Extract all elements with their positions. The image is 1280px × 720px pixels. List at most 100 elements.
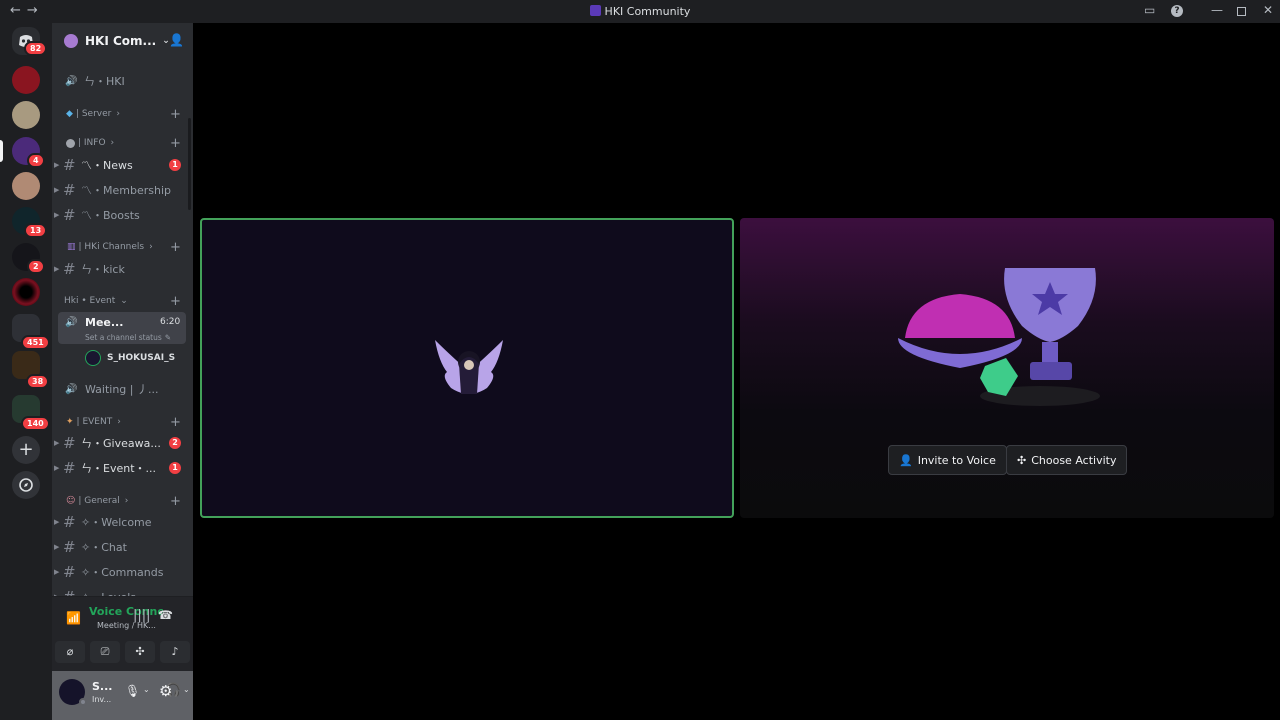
explore-servers-button[interactable]	[12, 471, 40, 499]
chevron-right-icon: ›	[149, 242, 153, 252]
window-title: HKI Community	[0, 5, 1280, 18]
camera-off-button[interactable]: ⌀	[55, 641, 85, 663]
server-list: 82 4 13 2 451 38 140 +	[0, 23, 52, 720]
channel-welcome[interactable]: ▶ # ✧・Welcome	[52, 513, 193, 531]
chevron-right-icon: ›	[117, 417, 121, 427]
channel-membership[interactable]: ▶ # 〽・Membership	[52, 181, 193, 199]
create-channel-button[interactable]: +	[170, 136, 181, 151]
guild-badge: 4	[27, 153, 45, 168]
add-user-icon: 👤	[899, 453, 913, 467]
party-icon: ✦	[66, 417, 74, 427]
trophy-shell-illustration-icon	[898, 268, 1100, 406]
close-button[interactable]: ✕	[1263, 3, 1273, 17]
channel-hki-voice[interactable]: 🔊 ㄣ・HKI	[52, 73, 193, 89]
guild-badge: 451	[21, 335, 50, 350]
sidebar-scrollbar[interactable]	[188, 118, 191, 210]
thread-arrow-icon: ▶	[54, 568, 60, 576]
channel-waiting[interactable]: 🔊 Waiting | 丿...	[52, 381, 193, 397]
guild-icon[interactable]	[12, 172, 40, 200]
create-channel-button[interactable]: +	[170, 107, 181, 122]
hash-icon: #	[63, 459, 76, 477]
guild-icon[interactable]	[12, 101, 40, 129]
angel-avatar-icon	[435, 340, 503, 394]
pencil-icon: ✎	[164, 332, 172, 342]
channel-chat[interactable]: ▶ # ✧・Chat	[52, 538, 193, 556]
create-channel-button[interactable]: +	[170, 415, 181, 430]
active-guild-indicator	[0, 140, 3, 162]
create-channel-button[interactable]: +	[170, 294, 181, 309]
server-header[interactable]: HKI Com... ⌄ 👤	[52, 23, 193, 58]
guild-icon[interactable]	[12, 278, 40, 306]
thread-arrow-icon: ▶	[54, 161, 60, 169]
thread-arrow-icon: ▶	[54, 543, 60, 551]
help-icon[interactable]: ?	[1171, 5, 1183, 17]
speaker-icon: 🔊	[65, 383, 78, 395]
speaker-icon: 🔊	[65, 316, 78, 328]
globe-icon	[66, 138, 75, 148]
signal-icon[interactable]: 📶	[66, 611, 81, 625]
category-info[interactable]: | INFO › +	[52, 136, 193, 151]
guild-badge: 13	[24, 223, 48, 238]
hash-icon: #	[63, 434, 76, 452]
microphone-icon[interactable]: 🎙	[125, 684, 140, 698]
noise-suppression-icon[interactable]: ||||	[133, 608, 151, 623]
unread-badge: 2	[169, 437, 181, 449]
status-indicator	[79, 698, 87, 706]
hash-icon: #	[63, 156, 76, 174]
voice-connection-panel: 📶 Voice Connecte Meeting / HK... |||| ☎ …	[52, 596, 193, 671]
disconnect-icon[interactable]: ☎	[158, 608, 173, 622]
thread-arrow-icon: ▶	[54, 186, 60, 194]
guild-icon[interactable]	[12, 66, 40, 94]
username[interactable]: S...	[92, 680, 112, 693]
create-channel-button[interactable]: +	[170, 240, 181, 255]
guild-badge: 38	[26, 374, 50, 389]
inbox-icon[interactable]: ▭	[1144, 3, 1155, 17]
choose-activity-button[interactable]: ✣ Choose Activity	[1006, 445, 1128, 475]
voice-member[interactable]: S_HOKUSAI_S	[52, 350, 193, 366]
channel-sidebar: HKI Com... ⌄ 👤 🔊 ㄣ・HKI ◆ | Server › + | …	[52, 23, 193, 720]
thread-arrow-icon: ▶	[54, 464, 60, 472]
channel-boosts[interactable]: ▶ # 〽・Boosts	[52, 206, 193, 224]
channel-news[interactable]: ▶ # 〽・News 1	[52, 156, 193, 174]
channel-commands[interactable]: ▶ # ✧・Commands	[52, 563, 193, 581]
category-hki-channels[interactable]: ▥ | HKi Channels › +	[52, 240, 193, 255]
title-bar: ←→ HKI Community ▭ ? — ✕	[0, 0, 1280, 23]
channel-status-row[interactable]: Set a channel status ✎	[52, 332, 193, 342]
server-logo-icon	[589, 5, 601, 16]
settings-gear-icon[interactable]: ⚙	[159, 682, 172, 700]
hash-icon: #	[63, 563, 76, 581]
guild-badge: 2	[27, 259, 45, 274]
hash-icon: #	[63, 260, 76, 278]
guild-badge: 82	[24, 41, 48, 56]
category-event[interactable]: ✦ | EVENT › +	[52, 415, 193, 430]
category-general[interactable]: ☺ | General › +	[52, 494, 193, 509]
create-channel-button[interactable]: +	[170, 494, 181, 509]
channel-meeting[interactable]: 🔊 Mee... 6:20	[52, 315, 193, 329]
soundboard-button[interactable]: ♪	[160, 641, 190, 663]
channel-event[interactable]: ▶ # ㄣ・Event・... 1	[52, 459, 193, 477]
minimize-button[interactable]: —	[1211, 3, 1223, 17]
add-server-button[interactable]: +	[12, 436, 40, 464]
hash-icon: #	[63, 181, 76, 199]
people-icon: ☺	[66, 496, 76, 506]
maximize-button[interactable]	[1237, 7, 1246, 16]
user-video-tile[interactable]	[200, 218, 734, 518]
activity-grid-icon: ✣	[1017, 453, 1027, 467]
hash-icon: #	[63, 513, 76, 531]
channel-kick[interactable]: ▶ # ㄣ・kick	[52, 260, 193, 278]
chevron-right-icon: ›	[110, 138, 115, 148]
invite-to-voice-button[interactable]: 👤 Invite to Voice	[888, 445, 1007, 475]
category-hki-event[interactable]: Hki • Event ⌄ +	[52, 294, 193, 309]
screen-share-button[interactable]: ⎚	[90, 641, 120, 663]
channel-giveaway[interactable]: ▶ # ㄣ・Giveawa... 2	[52, 434, 193, 452]
chevron-down-icon[interactable]: ⌄	[183, 685, 190, 694]
activities-button[interactable]: ✣	[125, 641, 155, 663]
voice-status: Voice Connecte	[89, 605, 163, 618]
server-icon	[64, 33, 78, 48]
diamond-icon: ◆	[66, 109, 73, 119]
invite-people-icon[interactable]: 👤	[169, 33, 184, 47]
chevron-down-icon: ⌄	[120, 296, 128, 306]
category-server[interactable]: ◆ | Server › +	[52, 107, 193, 122]
chevron-down-icon[interactable]: ⌄	[143, 685, 150, 694]
activity-tile: 👤 Invite to Voice ✣ Choose Activity	[740, 218, 1274, 518]
